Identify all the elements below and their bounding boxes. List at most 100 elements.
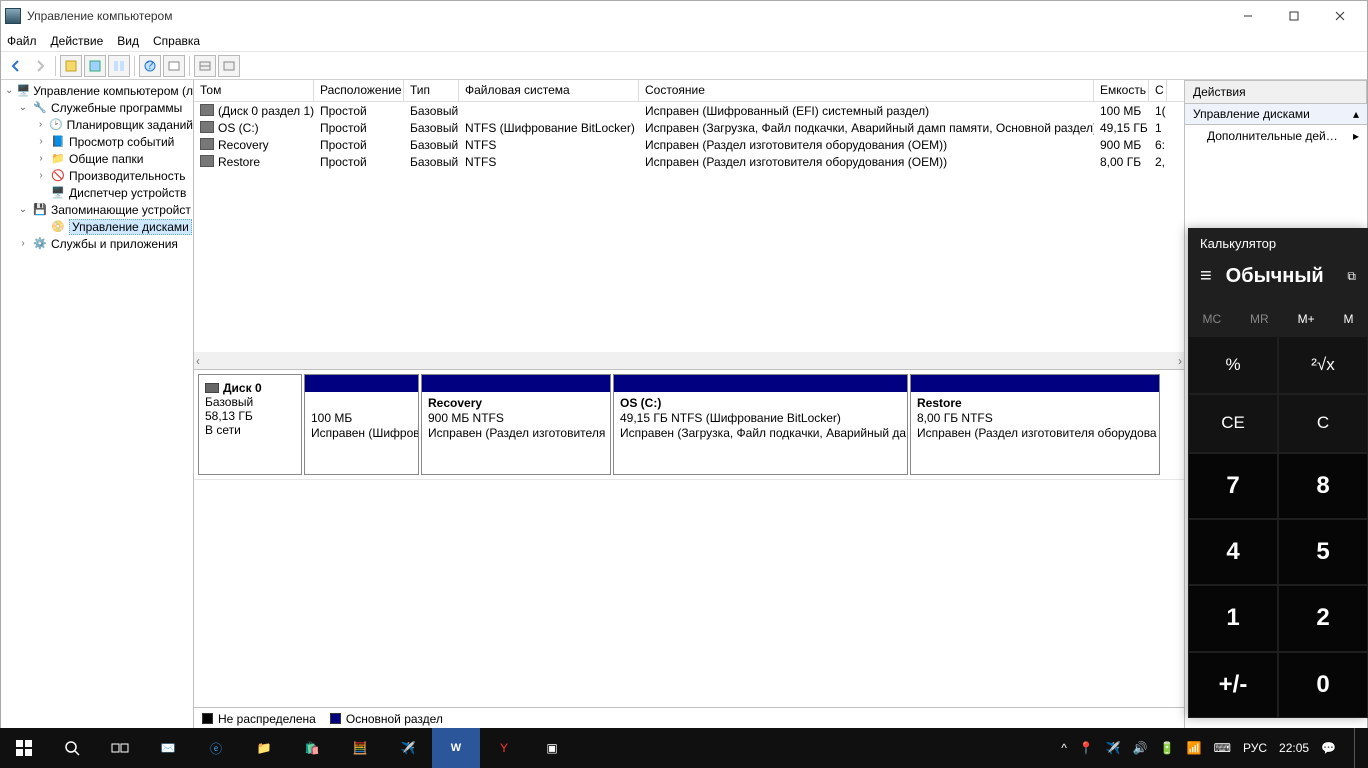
tray-clock[interactable]: 22:05 (1279, 741, 1309, 755)
col-header[interactable]: Файловая система (459, 80, 639, 101)
tb-word-icon[interactable]: W (432, 728, 480, 768)
tray-notifications-icon[interactable]: 💬 (1321, 741, 1336, 755)
tb-explorer-icon[interactable]: 📁 (240, 728, 288, 768)
mem-mc[interactable]: MC (1202, 312, 1221, 326)
nav-fwd-button[interactable] (29, 55, 51, 77)
partition[interactable]: 100 МБИсправен (Шифрова (304, 374, 419, 475)
tb-app-icon[interactable]: ▣ (528, 728, 576, 768)
actions-group[interactable]: Управление дисками▴ (1185, 104, 1367, 125)
calc-key[interactable]: 1 (1188, 585, 1278, 651)
table-row[interactable]: RestoreПростойБазовыйNTFSИсправен (Разде… (194, 153, 1184, 170)
disk-status: В сети (205, 423, 295, 437)
calc-key[interactable]: 7 (1188, 453, 1278, 519)
window-title: Управление компьютером (27, 9, 1225, 23)
partition[interactable]: OS (C:)49,15 ГБ NTFS (Шифрование BitLock… (613, 374, 908, 475)
tree-disk-management[interactable]: 📀Управление дисками (1, 218, 193, 235)
tray-location-icon[interactable]: 📍 (1079, 741, 1094, 755)
calc-title[interactable]: Калькулятор (1188, 228, 1368, 259)
disk-info[interactable]: Диск 0 Базовый 58,13 ГБ В сети (198, 374, 302, 475)
mem-mplus[interactable]: M+ (1298, 312, 1315, 326)
tree-services[interactable]: ›⚙️Службы и приложения (1, 235, 193, 252)
tray-chevron-icon[interactable]: ^ (1061, 741, 1067, 755)
tray-telegram-icon[interactable]: ✈️ (1106, 741, 1121, 755)
tb-store-icon[interactable]: 🛍️ (288, 728, 336, 768)
col-header[interactable]: С (1149, 80, 1167, 101)
tb-yandex-icon[interactable]: Y (480, 728, 528, 768)
calc-key[interactable]: 4 (1188, 519, 1278, 585)
table-row[interactable]: (Диск 0 раздел 1)ПростойБазовыйИсправен … (194, 102, 1184, 119)
menu-action[interactable]: Действие (51, 34, 104, 48)
mem-m[interactable]: M (1344, 312, 1354, 326)
tb-mail-icon[interactable]: ✉️ (144, 728, 192, 768)
mem-mr[interactable]: MR (1250, 312, 1269, 326)
toolbar-btn-1[interactable] (60, 55, 82, 77)
toolbar-btn-6[interactable] (218, 55, 240, 77)
tray-lang[interactable]: РУС (1243, 741, 1267, 755)
taskbar[interactable]: ✉️ ⓔ 📁 🛍️ 🧮 ✈️ W Y ▣ ^ 📍 ✈️ 🔊 🔋 📶 ⌨ РУС … (0, 728, 1368, 768)
tree-sys-tools[interactable]: ⌄🔧Служебные программы (1, 99, 193, 116)
keep-on-top-icon[interactable]: ⧉ (1347, 269, 1356, 284)
tb-calc-icon[interactable]: 🧮 (336, 728, 384, 768)
calc-key[interactable]: % (1188, 336, 1278, 394)
help-button[interactable]: ? (139, 55, 161, 77)
calc-key[interactable]: 2 (1278, 585, 1368, 651)
start-button[interactable] (0, 728, 48, 768)
col-header[interactable]: Емкость (1094, 80, 1149, 101)
menu-help[interactable]: Справка (153, 34, 200, 48)
col-header[interactable]: Том (194, 80, 314, 101)
legend-unalloc: Не распределена (218, 712, 316, 726)
partition[interactable]: Restore8,00 ГБ NTFSИсправен (Раздел изго… (910, 374, 1160, 475)
col-header[interactable]: Тип (404, 80, 459, 101)
tray-keyboard-icon[interactable]: ⌨ (1214, 741, 1231, 755)
nav-back-button[interactable] (5, 55, 27, 77)
grid-h-scrollbar[interactable]: ‹› (194, 352, 1184, 369)
table-row[interactable]: RecoveryПростойБазовыйNTFSИсправен (Разд… (194, 136, 1184, 153)
search-button[interactable] (48, 728, 96, 768)
tree-root[interactable]: ⌄🖥️Управление компьютером (л (1, 82, 193, 99)
taskview-button[interactable] (96, 728, 144, 768)
toolbar-btn-4[interactable] (163, 55, 185, 77)
tray-volume-icon[interactable]: 🔊 (1133, 741, 1148, 755)
nav-tree[interactable]: ⌄🖥️Управление компьютером (л ⌄🔧Служебные… (1, 80, 194, 729)
show-desktop-button[interactable] (1354, 728, 1360, 768)
col-header[interactable]: Расположение (314, 80, 404, 101)
tray-battery-icon[interactable]: 🔋 (1160, 741, 1175, 755)
calc-key[interactable]: +/- (1188, 652, 1278, 718)
disk-management-pane: ТомРасположениеТипФайловая системаСостоя… (194, 80, 1185, 729)
computer-management-window: Управление компьютером Файл Действие Вид… (0, 0, 1368, 730)
tb-edge-icon[interactable]: ⓔ (192, 728, 240, 768)
tree-storage[interactable]: ⌄💾Запоминающие устройст (1, 201, 193, 218)
disk-layout[interactable]: Диск 0 Базовый 58,13 ГБ В сети 100 МБИсп… (194, 370, 1184, 480)
calc-key[interactable]: C (1278, 394, 1368, 452)
tree-task-scheduler[interactable]: ›🕑Планировщик заданий (1, 116, 193, 133)
titlebar[interactable]: Управление компьютером (1, 1, 1367, 31)
calc-key[interactable]: 0 (1278, 652, 1368, 718)
menu-file[interactable]: Файл (7, 34, 37, 48)
toolbar-btn-2[interactable] (84, 55, 106, 77)
calc-key[interactable]: 8 (1278, 453, 1368, 519)
calc-key[interactable]: ²√x (1278, 336, 1368, 394)
system-tray[interactable]: ^ 📍 ✈️ 🔊 🔋 📶 ⌨ РУС 22:05 💬 (1053, 728, 1368, 768)
actions-more[interactable]: Дополнительные дей…▸ (1185, 125, 1367, 147)
tree-shared-folders[interactable]: ›📁Общие папки (1, 150, 193, 167)
toolbar-btn-3[interactable] (108, 55, 130, 77)
toolbar-btn-5[interactable] (194, 55, 216, 77)
calc-key[interactable]: 5 (1278, 519, 1368, 585)
menubar: Файл Действие Вид Справка (1, 31, 1367, 52)
close-button[interactable] (1317, 1, 1363, 31)
calculator-window[interactable]: Калькулятор ≡ Обычный ⧉ MC MR M+ M %²√xC… (1188, 228, 1368, 718)
tree-performance[interactable]: ›🚫Производительность (1, 167, 193, 184)
partition[interactable]: Recovery900 МБ NTFSИсправен (Раздел изго… (421, 374, 611, 475)
maximize-button[interactable] (1271, 1, 1317, 31)
table-row[interactable]: OS (C:)ПростойБазовыйNTFS (Шифрование Bi… (194, 119, 1184, 136)
tree-device-manager[interactable]: 🖥️Диспетчер устройств (1, 184, 193, 201)
tb-telegram-icon[interactable]: ✈️ (384, 728, 432, 768)
volume-grid[interactable]: ТомРасположениеТипФайловая системаСостоя… (194, 80, 1184, 370)
tray-wifi-icon[interactable]: 📶 (1187, 741, 1202, 755)
tree-event-viewer[interactable]: ›📘Просмотр событий (1, 133, 193, 150)
minimize-button[interactable] (1225, 1, 1271, 31)
calc-key[interactable]: CE (1188, 394, 1278, 452)
menu-view[interactable]: Вид (117, 34, 139, 48)
hamburger-icon[interactable]: ≡ (1200, 265, 1212, 288)
col-header[interactable]: Состояние (639, 80, 1094, 101)
